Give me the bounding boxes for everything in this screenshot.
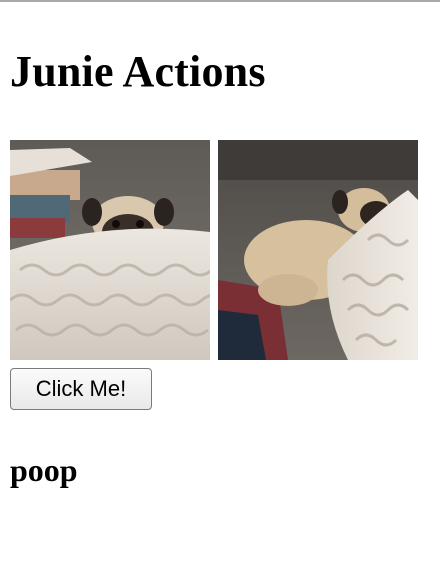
output-text: poop bbox=[10, 452, 78, 488]
click-me-button[interactable]: Click Me! bbox=[10, 368, 152, 410]
pug-photo-1 bbox=[10, 140, 210, 360]
pug-photo-2 bbox=[218, 140, 418, 360]
top-border bbox=[0, 0, 440, 2]
photo-row bbox=[10, 140, 418, 360]
page-title: Junie Actions bbox=[10, 47, 266, 96]
